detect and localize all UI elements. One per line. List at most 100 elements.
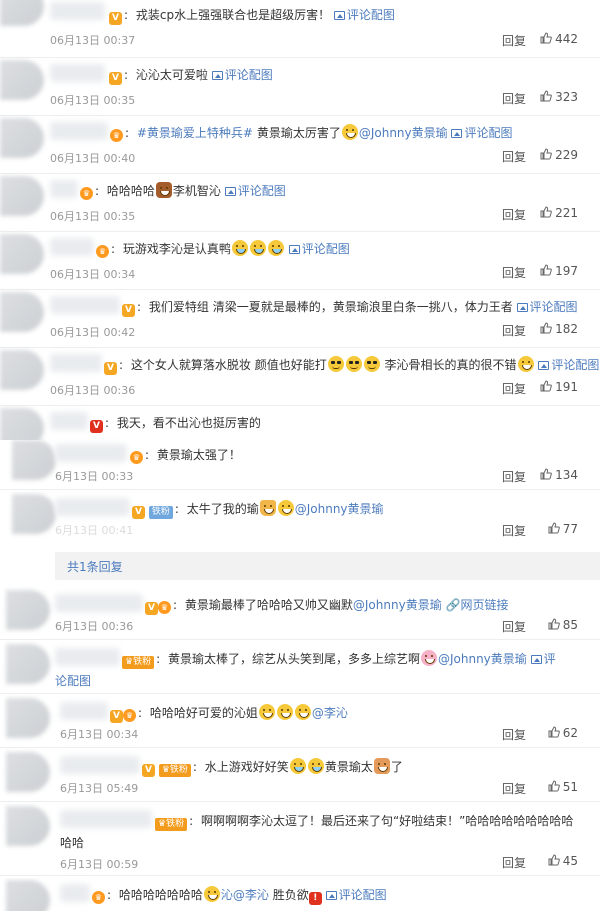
- comment-pic-link-cont[interactable]: 论配图: [55, 672, 91, 690]
- reply-count-bar[interactable]: 共1条回复: [55, 552, 600, 580]
- username[interactable]: [55, 498, 130, 516]
- avatar[interactable]: [12, 494, 56, 534]
- username[interactable]: [60, 884, 90, 902]
- reply-button[interactable]: 回复: [502, 468, 526, 485]
- avatar[interactable]: [6, 752, 50, 792]
- comment-date: 06月13日 00:34: [50, 268, 136, 281]
- username[interactable]: [50, 412, 88, 430]
- avatar[interactable]: [6, 590, 50, 630]
- username[interactable]: [55, 648, 120, 666]
- avatar[interactable]: [0, 176, 44, 216]
- like-count: 77: [562, 522, 578, 536]
- like-button[interactable]: 323: [540, 90, 578, 104]
- crown-badge-icon: ♛: [96, 245, 109, 258]
- like-button[interactable]: 77: [548, 522, 578, 536]
- mention-link[interactable]: @Johnny黄景瑜: [295, 502, 384, 516]
- avatar[interactable]: [12, 440, 56, 480]
- verified-badge-icon: V: [109, 72, 122, 85]
- username[interactable]: [60, 756, 140, 774]
- avatar[interactable]: [6, 880, 50, 911]
- reply-button[interactable]: 回复: [502, 522, 526, 539]
- like-button[interactable]: 221: [540, 206, 578, 220]
- thumbs-up-emoji-icon: [259, 500, 276, 516]
- avatar[interactable]: [0, 292, 44, 332]
- username[interactable]: [50, 238, 94, 256]
- reply-button[interactable]: 回复: [502, 148, 526, 165]
- reply-button[interactable]: 回复: [502, 618, 526, 635]
- link-icon: 🔗: [445, 598, 461, 612]
- mention-link[interactable]: @Johnny黄景瑜: [353, 598, 442, 612]
- like-button[interactable]: 191: [540, 380, 578, 394]
- username[interactable]: [60, 702, 108, 720]
- avatar[interactable]: [6, 806, 50, 846]
- reply-button[interactable]: 回复: [502, 780, 526, 797]
- mention-link[interactable]: @Johnny黄景瑜: [359, 126, 448, 140]
- like-button[interactable]: 62: [548, 726, 578, 740]
- username[interactable]: [60, 810, 152, 828]
- avatar[interactable]: [0, 234, 44, 274]
- comment-pic-link[interactable]: 评论配图: [333, 8, 395, 22]
- like-button[interactable]: 51: [548, 780, 578, 794]
- comment-date: 6月13日 00:33: [55, 470, 134, 483]
- username[interactable]: [55, 444, 127, 462]
- reply-button[interactable]: 回复: [502, 90, 526, 107]
- username[interactable]: [50, 2, 105, 20]
- comment-pic-link[interactable]: 评论配图: [451, 126, 513, 140]
- verified-badge-icon: V: [110, 710, 123, 723]
- smile-emoji-icon: [517, 356, 534, 372]
- username[interactable]: [50, 354, 102, 372]
- reply-count-link[interactable]: 共1条回复: [67, 558, 123, 575]
- avatar[interactable]: [0, 350, 44, 390]
- reply-button[interactable]: 回复: [502, 726, 526, 743]
- reply-button[interactable]: 回复: [502, 854, 526, 871]
- topic-link[interactable]: #黄景瑜爱上特种兵#: [137, 126, 253, 140]
- username[interactable]: [50, 296, 120, 314]
- comment-pic-link[interactable]: 评论配图: [325, 888, 387, 902]
- like-button[interactable]: 182: [540, 322, 578, 336]
- like-button[interactable]: 85: [548, 618, 578, 632]
- comment-text: 水上游戏好好笑: [204, 760, 289, 774]
- comment-item: V ♛: 哈哈哈好可爱的沁姐 @李沁 6月13日 00:34 回复 62: [0, 696, 600, 748]
- reply-button[interactable]: 回复: [502, 32, 526, 49]
- like-button[interactable]: 197: [540, 264, 578, 278]
- comment-text: 黄景瑜太厉害了: [256, 126, 341, 140]
- mention-link[interactable]: 沁@李沁: [221, 888, 269, 902]
- comment-pic-link[interactable]: 评论配图: [224, 184, 286, 198]
- comment-item: V: 我们爱特组 清梁一夏就是最棒的，黄景瑜浪里白条一挑八，体力王者 评论配图 …: [0, 290, 600, 348]
- avatar[interactable]: [6, 698, 50, 738]
- like-button[interactable]: 229: [540, 148, 578, 162]
- comment-pic-link[interactable]: 评论配图: [211, 68, 273, 82]
- image-icon: [530, 655, 542, 664]
- like-count: 45: [562, 854, 578, 868]
- like-button[interactable]: 134: [540, 468, 578, 482]
- mention-link[interactable]: @Johnny黄景瑜: [438, 652, 527, 666]
- comment-pic-link[interactable]: 评论配图: [516, 300, 578, 314]
- comment-item: V ♛: 黄景瑜最棒了哈哈哈又帅又幽默@Johnny黄景瑜 🔗网页链接 6月13日…: [0, 588, 600, 640]
- like-button[interactable]: 442: [540, 32, 578, 46]
- comment-pic-link[interactable]: 评论配图: [288, 242, 350, 256]
- username[interactable]: [55, 594, 143, 612]
- mention-link[interactable]: @李沁: [312, 706, 348, 720]
- reply-button[interactable]: 回复: [502, 206, 526, 223]
- avatar[interactable]: [0, 408, 44, 440]
- avatar[interactable]: [6, 644, 50, 684]
- comment-pic-link[interactable]: 评: [530, 652, 556, 666]
- username[interactable]: [50, 180, 78, 198]
- reply-button[interactable]: 回复: [502, 264, 526, 281]
- like-button[interactable]: 45: [548, 854, 578, 868]
- reply-button[interactable]: 回复: [502, 380, 526, 397]
- avatar[interactable]: [0, 118, 44, 158]
- like-count: 221: [555, 206, 578, 220]
- comment-item: ♛: 玩游戏李沁是认真鸭 评论配图 06月13日 00:34 回复 197: [0, 232, 600, 290]
- comment-item: ♛铁粉: 黄景瑜太棒了，综艺从头笑到尾，多多上综艺啊 @Johnny黄景瑜 评 论…: [0, 642, 600, 694]
- reply-button[interactable]: 回复: [502, 322, 526, 339]
- comment-item: V ♛铁粉: 水上游戏好好笑 黄景瑜太了 6月13日 05:49 回复 51: [0, 750, 600, 802]
- avatar[interactable]: [0, 0, 44, 26]
- fan-badge: 铁粉: [148, 506, 173, 519]
- username[interactable]: [50, 64, 105, 82]
- username[interactable]: [50, 122, 108, 140]
- avatar[interactable]: [0, 60, 44, 100]
- comment-pic-link[interactable]: 评论配图: [538, 358, 599, 372]
- fan-badge: ♛铁粉: [155, 818, 188, 831]
- web-link[interactable]: 🔗网页链接: [446, 598, 509, 612]
